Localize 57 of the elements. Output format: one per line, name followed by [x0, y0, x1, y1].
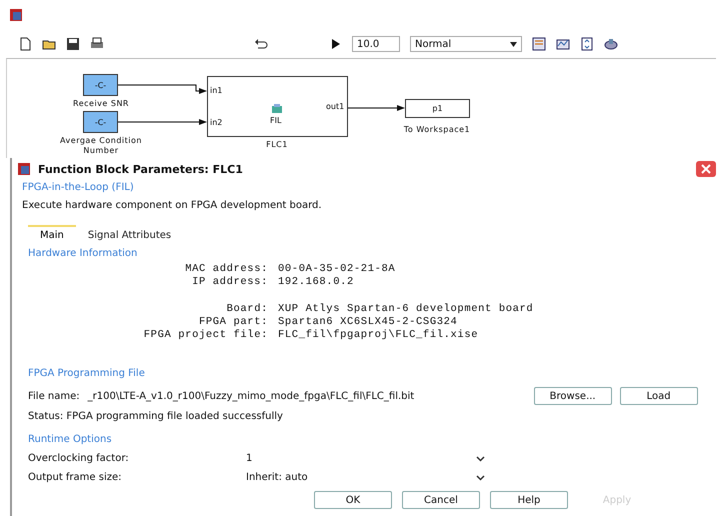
- file-button[interactable]: Browse...: [534, 387, 612, 405]
- info-label: IP address:: [191, 276, 268, 289]
- save-icon[interactable]: [66, 37, 80, 51]
- section-heading: Runtime Options: [28, 434, 113, 445]
- status-text: Status: FPGA programming file loaded successfully: [28, 411, 284, 422]
- block-description: Execute hardware component on FPGA development board.: [22, 200, 323, 211]
- chevron-down-icon[interactable]: [476, 474, 485, 480]
- library-icon[interactable]: [532, 37, 546, 51]
- dialog-button[interactable]: OK: [314, 491, 392, 509]
- info-value: 192.168.0.2: [278, 276, 355, 289]
- scope-icon[interactable]: [556, 37, 570, 51]
- info-value: Spartan6 XC6SLX45-2-CSG324: [278, 316, 458, 329]
- stop-time-field[interactable]: 10.0: [352, 36, 400, 52]
- option-value[interactable]: 1: [246, 453, 476, 464]
- info-label: FPGA project file:: [142, 329, 268, 342]
- info-value: 00-0A-35-02-21-8A: [278, 263, 396, 276]
- info-value: FLC_fil\fpgaproj\FLC_fil.xise: [278, 329, 480, 342]
- block-label: To Workspace1: [402, 125, 472, 135]
- chevron-down-icon[interactable]: [476, 456, 485, 462]
- dialog-title: Function Block Parameters: FLC1: [38, 162, 243, 176]
- block-type-heading: FPGA-in-the-Loop (FIL): [22, 182, 135, 193]
- close-icon[interactable]: [696, 161, 716, 177]
- section-heading: Hardware Information: [28, 248, 138, 259]
- info-label: Board:: [226, 303, 268, 316]
- constant-block[interactable]: -C-: [83, 74, 118, 96]
- workspace-block[interactable]: p1: [405, 99, 470, 118]
- port-label: out1: [326, 102, 344, 111]
- tab[interactable]: Signal Attributes: [76, 225, 184, 244]
- app-icon: [10, 9, 22, 21]
- option-label: Overclocking factor:: [28, 453, 130, 464]
- new-file-icon[interactable]: [18, 37, 32, 51]
- file-name-label: File name:: [28, 390, 80, 402]
- undo-icon[interactable]: [254, 37, 268, 51]
- info-value: XUP Atlys Spartan-6 development board: [278, 303, 534, 316]
- info-label: FPGA part:: [198, 316, 268, 329]
- caret-icon: [510, 42, 517, 46]
- block-label: Avergae Condition Number: [59, 136, 143, 156]
- block-icon-label: FIL: [270, 116, 282, 125]
- file-name-value: _r100\LTE-A_v1.0_r100\Fuzzy_mimo_mode_fpga\FLC_fil\FLC_fil.bit: [88, 390, 416, 402]
- option-value[interactable]: Inherit: auto: [246, 472, 476, 483]
- option-label: Output frame size:: [28, 472, 123, 483]
- dialog-button[interactable]: Cancel: [402, 491, 480, 509]
- block-label: FLC1: [265, 140, 289, 150]
- board-icon: [271, 104, 283, 114]
- port-label: in1: [210, 86, 222, 95]
- subsystem-block[interactable]: [207, 76, 348, 137]
- dialog-button[interactable]: Help: [490, 491, 568, 509]
- block-label: Receive SNR: [72, 99, 130, 109]
- tab[interactable]: Main: [28, 225, 76, 244]
- print-icon[interactable]: [90, 37, 104, 51]
- info-label: MAC address:: [184, 263, 268, 276]
- port-label: in2: [210, 118, 222, 127]
- section-heading: FPGA Programming File: [28, 368, 146, 379]
- constant-block[interactable]: -C-: [83, 111, 118, 133]
- simulation-mode-dropdown[interactable]: Normal: [410, 36, 522, 52]
- app-icon: [18, 163, 30, 175]
- file-button[interactable]: Load: [620, 387, 698, 405]
